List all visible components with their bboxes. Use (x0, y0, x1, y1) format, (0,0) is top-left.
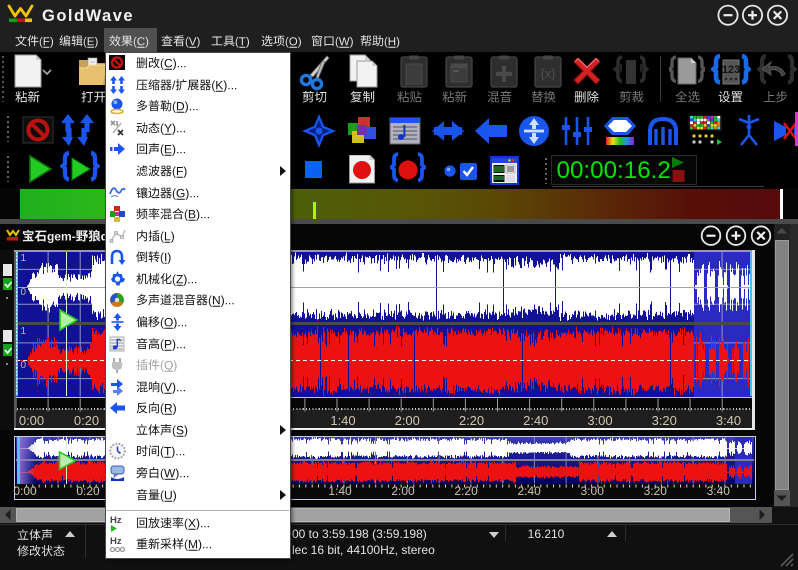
svg-text:123: 123 (722, 64, 740, 76)
svg-text:{x}: {x} (540, 66, 556, 81)
svg-text:Hz: Hz (110, 515, 122, 526)
svg-text:Hz: Hz (110, 536, 122, 547)
